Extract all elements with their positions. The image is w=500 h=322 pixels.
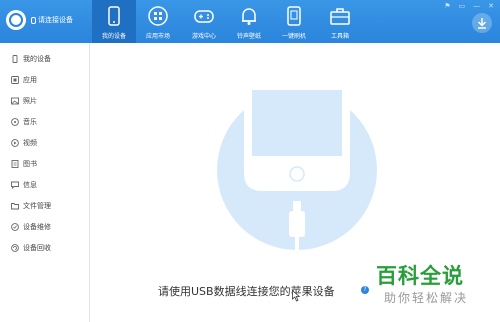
watermark-title: 百科全说 [376, 264, 464, 288]
toolbox-icon [330, 8, 350, 25]
watermark: 百科全说 助你轻松解决 [356, 258, 500, 322]
app-store-icon [148, 6, 168, 26]
device-icon [12, 55, 18, 63]
sidebar: 我的设备 应用 照片 音乐 视频 图书 信息 文件管理 设备维修 设备回收 [0, 43, 90, 322]
folder-icon [11, 203, 19, 210]
sidebar-item-label: 照片 [23, 97, 37, 105]
gamepad-icon [194, 10, 214, 23]
sidebar-item-label: 设备维修 [23, 223, 51, 231]
sidebar-item-label: 视频 [23, 139, 37, 147]
app-logo: 请连接设备 [6, 10, 73, 30]
tab-label: 我的设备 [101, 33, 126, 40]
book-icon [11, 160, 19, 168]
connect-status[interactable]: 请连接设备 [31, 15, 73, 25]
download-icon [477, 18, 487, 29]
message-icon [11, 181, 19, 189]
watermark-subtitle: 助你轻松解决 [384, 291, 469, 305]
app-icon [11, 76, 19, 84]
sidebar-item-label: 设备回收 [23, 244, 51, 252]
sidebar-item-file-management[interactable]: 文件管理 [0, 197, 89, 215]
connect-status-label: 请连接设备 [38, 16, 73, 24]
top-toolbar: ⚑ ▭ — ✕ 请连接设备 我的设备 应用市场 游戏中心 铃声壁纸 一键刷机 工… [0, 0, 500, 43]
tab-ringtones[interactable]: 铃声壁纸 [227, 0, 271, 43]
sidebar-item-label: 信息 [23, 181, 37, 189]
sidebar-item-label: 文件管理 [23, 202, 51, 210]
music-icon [11, 118, 19, 126]
minimize-button[interactable]: — [473, 2, 480, 10]
sidebar-item-label: 音乐 [23, 118, 37, 126]
sidebar-item-device-recycle[interactable]: 设备回收 [0, 239, 89, 257]
restore-icon[interactable]: ▭ [459, 2, 466, 10]
mouse-cursor-icon [292, 290, 300, 302]
window-controls: ⚑ ▭ — ✕ [444, 2, 494, 10]
video-icon [11, 139, 19, 147]
download-manager-button[interactable] [472, 13, 492, 33]
photo-icon [11, 97, 19, 105]
sidebar-item-label: 我的设备 [23, 55, 51, 63]
sidebar-item-videos[interactable]: 视频 [0, 134, 89, 152]
sidebar-item-my-device[interactable]: 我的设备 [0, 50, 89, 68]
sidebar-item-apps[interactable]: 应用 [0, 71, 89, 89]
tab-label: 一键刷机 [281, 33, 306, 40]
sidebar-item-music[interactable]: 音乐 [0, 113, 89, 131]
tab-one-click-flash[interactable]: 一键刷机 [272, 0, 316, 43]
tab-label: 游戏中心 [191, 33, 216, 40]
close-button[interactable]: ✕ [488, 2, 494, 10]
sidebar-item-device-repair[interactable]: 设备维修 [0, 218, 89, 236]
connect-prompt: 请使用USB数据线连接您的苹果设备 [158, 285, 335, 298]
phone-icon [108, 6, 120, 26]
bell-icon [242, 8, 256, 25]
logo-icon [6, 10, 26, 30]
skin-icon[interactable]: ⚑ [444, 2, 450, 10]
sidebar-item-label: 图书 [23, 160, 37, 168]
sidebar-item-label: 应用 [23, 76, 37, 84]
sidebar-item-photos[interactable]: 照片 [0, 92, 89, 110]
tab-toolbox[interactable]: 工具箱 [318, 0, 362, 43]
tab-label: 应用市场 [145, 33, 170, 40]
tab-my-device[interactable]: 我的设备 [92, 0, 136, 43]
device-small-icon [31, 16, 36, 24]
flash-phone-icon [287, 6, 301, 26]
repair-icon [11, 223, 19, 231]
tab-label: 铃声壁纸 [236, 33, 261, 40]
recycle-icon [11, 244, 19, 252]
sidebar-item-books[interactable]: 图书 [0, 155, 89, 173]
tab-game-center[interactable]: 游戏中心 [182, 0, 226, 43]
tab-app-market[interactable]: 应用市场 [136, 0, 180, 43]
tab-label: 工具箱 [330, 33, 349, 40]
sidebar-item-messages[interactable]: 信息 [0, 176, 89, 194]
